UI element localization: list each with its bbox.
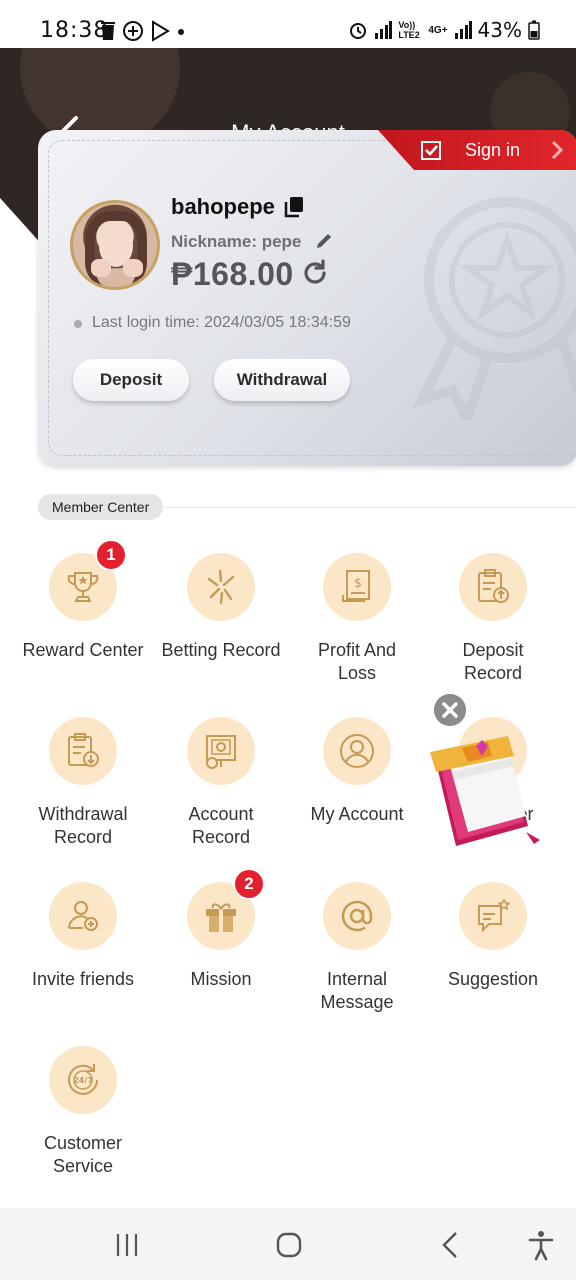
menu-item-suggestion[interactable]: Suggestion xyxy=(425,882,561,991)
withdrawal-button[interactable]: Withdrawal xyxy=(214,359,350,401)
recent-apps-icon[interactable] xyxy=(110,1228,144,1262)
pencil-icon[interactable] xyxy=(314,231,334,251)
gift-icon: 2 xyxy=(187,868,265,950)
at-sign-icon xyxy=(323,882,391,950)
copy-icon[interactable] xyxy=(284,196,304,218)
sparkle-icon xyxy=(187,553,255,621)
menu-item-label: My Account xyxy=(310,804,404,824)
menu-item-reward-center[interactable]: 1 Reward Center xyxy=(15,539,151,662)
chevron-right-icon xyxy=(551,140,564,160)
plus-circle-icon xyxy=(123,21,143,41)
close-icon[interactable] xyxy=(434,694,466,726)
dot-icon xyxy=(178,29,184,35)
medal-watermark-icon xyxy=(412,197,576,420)
comment-star-icon xyxy=(459,882,527,950)
alarm-icon xyxy=(350,23,367,39)
system-nav-bar xyxy=(0,1208,576,1280)
battery-icon xyxy=(528,20,540,40)
svg-text:$: $ xyxy=(354,576,362,590)
account-card: Sign in bahopepe Nickname: pepe ₱168.00 … xyxy=(38,130,576,466)
menu-item-label: Internal Message xyxy=(320,969,394,1012)
menu-item-deposit-record[interactable]: Deposit Record xyxy=(425,553,561,685)
refresh-icon[interactable] xyxy=(301,259,329,287)
menu-item-withdrawal-record[interactable]: Withdrawal Record xyxy=(15,717,151,849)
nickname: Nickname: pepe xyxy=(171,232,302,251)
status-icons-right: Vo)) LTE2 4G+ 43% xyxy=(348,18,540,42)
username: bahopepe xyxy=(171,194,275,219)
menu-item-label: Account Record xyxy=(188,804,254,847)
status-icons-left xyxy=(100,20,186,42)
app-screen: 18:38 Vo)) LTE2 4G+ 43% My Account xyxy=(0,0,576,1280)
chart-board-icon xyxy=(187,717,255,785)
menu-item-invite-friends[interactable]: Invite friends xyxy=(15,882,151,991)
trophy-icon: 1 xyxy=(49,539,127,621)
menu-item-label: Withdrawal Record xyxy=(38,804,128,847)
menu-item-internal-message[interactable]: Internal Message xyxy=(289,882,425,1014)
clipboard-upload-icon xyxy=(459,553,527,621)
menu-item-label: Mission xyxy=(190,969,252,989)
menu-item-betting-record[interactable]: Betting Record xyxy=(153,553,289,662)
menu-item-label: Customer Service xyxy=(43,1133,123,1176)
play-store-icon xyxy=(152,20,170,42)
user-circle-icon xyxy=(323,717,391,785)
notification-badge: 1 xyxy=(95,539,127,571)
menu-item-customer-service[interactable]: 24/7 Customer Service xyxy=(15,1046,151,1178)
trash-icon xyxy=(101,22,115,40)
menu-item-profit-and-loss[interactable]: $ Profit And Loss xyxy=(289,553,425,685)
network-label: 4G+ xyxy=(428,24,448,36)
home-icon[interactable] xyxy=(272,1228,306,1262)
signal-icon-2 xyxy=(454,21,472,39)
signal-icon xyxy=(375,21,393,39)
menu-item-label: Deposit Record xyxy=(462,640,524,683)
calendar-check-icon xyxy=(421,141,441,160)
accessibility-icon[interactable] xyxy=(524,1228,558,1262)
user-add-icon xyxy=(49,882,117,950)
deposit-button[interactable]: Deposit xyxy=(73,359,189,401)
battery-percent: 43% xyxy=(477,18,522,42)
balance: ₱168.00 xyxy=(171,256,294,292)
menu-item-label: Reward Center xyxy=(22,640,144,660)
volte-label: Vo)) LTE2 xyxy=(398,20,420,40)
menu-item-label: Betting Record xyxy=(161,640,281,660)
document-dollar-icon: $ xyxy=(323,553,391,621)
avatar[interactable] xyxy=(70,200,160,290)
status-bar: 18:38 Vo)) LTE2 4G+ 43% xyxy=(0,0,576,48)
menu-item-label: Profit And Loss xyxy=(317,640,397,683)
last-login-time: Last login time: 2024/03/05 18:34:59 xyxy=(92,314,351,331)
promo-book-icon[interactable] xyxy=(428,736,548,852)
menu-item-my-account[interactable]: My Account xyxy=(289,717,425,826)
menu-item-label: Suggestion xyxy=(447,969,539,989)
clock-24-7-icon: 24/7 xyxy=(49,1046,117,1114)
notification-badge: 2 xyxy=(233,868,265,900)
clipboard-download-icon xyxy=(49,717,117,785)
member-center-title: Member Center xyxy=(38,494,164,520)
menu-item-mission[interactable]: 2 Mission xyxy=(153,868,289,991)
svg-text:24/7: 24/7 xyxy=(73,1076,93,1085)
sign-in-label[interactable]: Sign in xyxy=(465,140,520,161)
status-time: 18:38 xyxy=(40,18,109,43)
menu-item-label: Invite friends xyxy=(31,969,135,989)
status-dot xyxy=(74,320,82,328)
back-nav-icon[interactable] xyxy=(434,1228,468,1262)
menu-item-account-record[interactable]: Account Record xyxy=(153,717,289,849)
